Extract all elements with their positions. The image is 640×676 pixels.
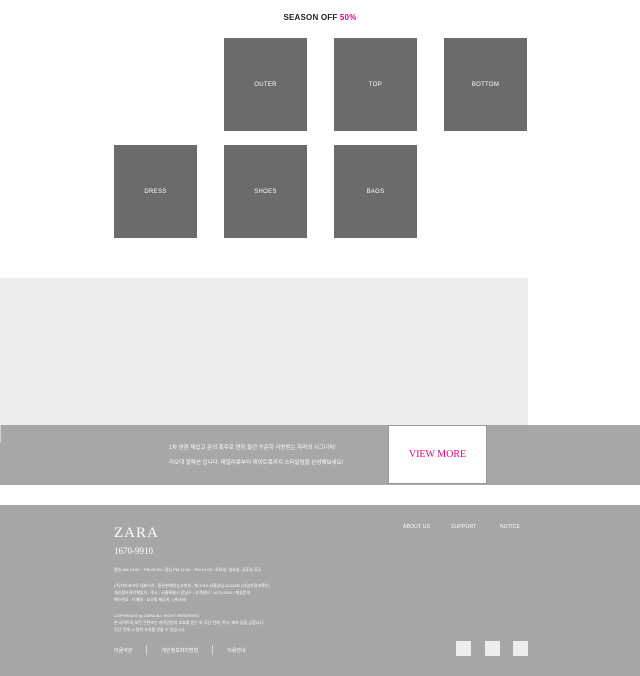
season-off-label: SEASON OFF	[283, 13, 338, 22]
category-outer[interactable]: OUTER	[224, 38, 307, 131]
footer-nav-about-us[interactable]: ABOUT US	[403, 524, 430, 530]
footer-notice: 본 사이트의 모든 콘텐츠는 저작권법의 보호를 받는 바 무단 전재, 복사,…	[114, 620, 265, 625]
footer-link-divider	[212, 645, 214, 655]
footer-link-guide[interactable]: 이용안내	[227, 647, 245, 654]
footer	[0, 505, 640, 676]
footer-nav-support[interactable]: SUPPORT	[451, 524, 476, 530]
footer-notice: 무단 전재 시 법적 조치를 받을 수 있습니다.	[114, 627, 186, 632]
discount-percent: 50%	[339, 13, 357, 22]
social-icon[interactable]	[485, 641, 500, 656]
footer-links: 이용약관 개인정보처리방침 이용안내	[114, 645, 246, 655]
footer-copyright: COPYRIGHT by ZARA ALL RIGHT RESERVED	[114, 613, 199, 618]
footer-link-divider	[146, 645, 148, 655]
banner-divider	[0, 425, 1, 443]
footer-hours: 평일 AM 10:00 ~ PM 05:00 / 점심 PM 12:00 ~ P…	[114, 567, 262, 572]
social-icon[interactable]	[513, 641, 528, 656]
category-bags[interactable]: BAGS	[334, 145, 417, 238]
promo-banner	[0, 425, 640, 485]
banner-text-line2: 리오대 컬렉션 입니다. 데일리룩부터 데이트룩까지 스타일링을 완성해보세요!	[169, 460, 344, 466]
footer-link-privacy[interactable]: 개인정보처리방침	[161, 647, 198, 654]
footer-logo[interactable]: ZARA	[114, 525, 159, 542]
season-off-heading: SEASON OFF 50%	[0, 13, 640, 22]
footer-link-terms[interactable]: 이용약관	[114, 647, 132, 654]
category-bottom[interactable]: BOTTOM	[444, 38, 527, 131]
category-shoes[interactable]: SHOES	[224, 145, 307, 238]
footer-company-info: 개인정보관리책임자 : 주소 : 서울특별시 강남구 / 고객센터 : 1670…	[114, 590, 251, 595]
banner-text-line1: 1차 완판 재입고 문의 폭주로 연장,필간 꾸준히 사랑받는 자라의 시그니처…	[169, 445, 336, 451]
footer-phone: 1670-9910	[114, 546, 153, 556]
banner-image-area	[0, 278, 528, 445]
social-icon[interactable]	[456, 641, 471, 656]
footer-nav-notice[interactable]: NOTICE	[500, 524, 520, 530]
footer-company-info: (주)자라코리아 대표이사 : 통신판매업신고번호 : 제 2010-서울강남-…	[114, 583, 270, 588]
view-more-button[interactable]: VIEW MORE	[388, 425, 487, 484]
footer-company-info: 팩스번호 : 이메일 : 호스팅 제공자 : (주)자라	[114, 597, 187, 602]
category-dress[interactable]: DRESS	[114, 145, 197, 238]
category-top[interactable]: TOP	[334, 38, 417, 131]
